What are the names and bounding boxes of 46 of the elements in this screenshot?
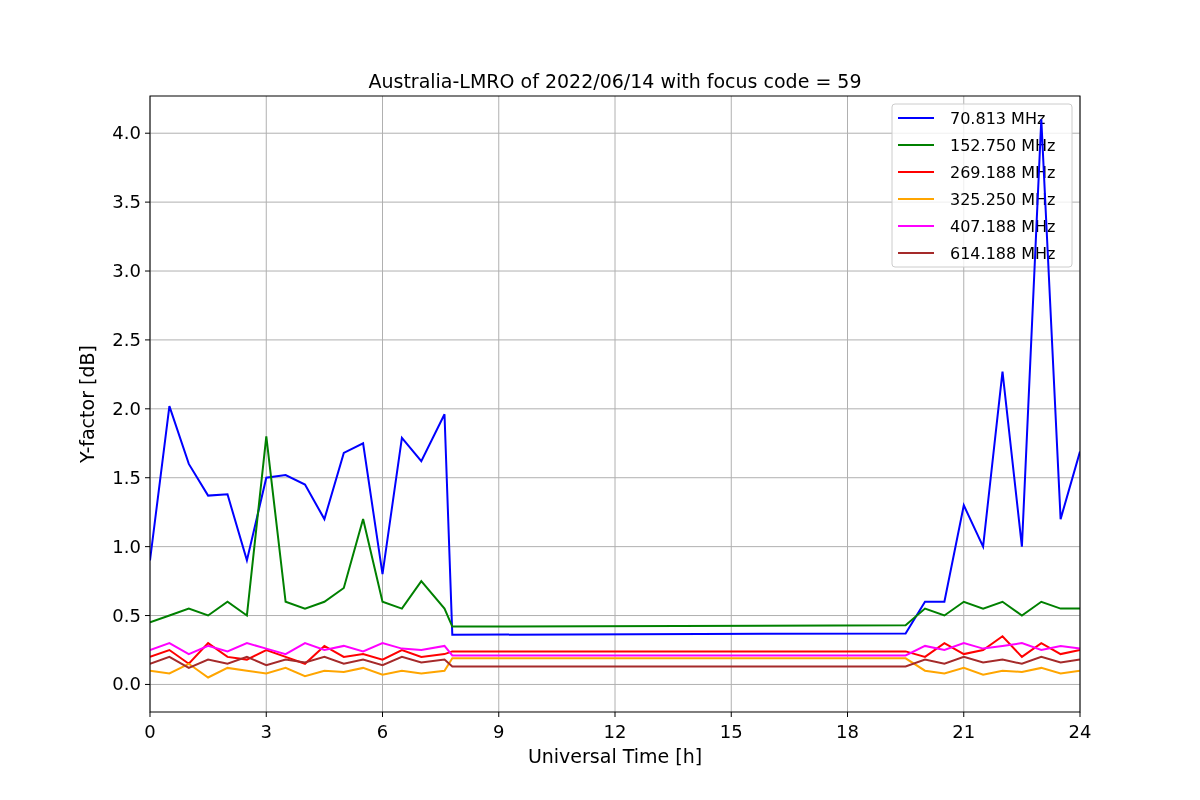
tick-mark: [149, 711, 151, 718]
x-tick-label: 24: [1068, 721, 1092, 742]
x-tick-label: 0: [144, 721, 156, 742]
legend-line: [897, 144, 935, 146]
legend-line: [897, 252, 935, 254]
tick-mark: [614, 711, 616, 718]
tick-mark: [144, 683, 151, 685]
x-tick-label: 21: [952, 721, 976, 742]
y-tick-label: 4.0: [112, 122, 141, 144]
y-tick-label: 3.5: [112, 191, 141, 213]
x-tick-label: 12: [603, 721, 627, 742]
tick-mark: [144, 477, 151, 479]
tick-mark: [382, 711, 383, 718]
x-tick-label: 6: [376, 721, 389, 742]
x-tick-label: 15: [719, 721, 743, 742]
y-tick-label: 2.5: [112, 328, 141, 350]
y-tick-label: 1.0: [112, 535, 141, 557]
tick-mark: [144, 546, 151, 548]
tick-mark: [144, 201, 151, 203]
y-tick-label: 2.0: [112, 397, 141, 419]
tick-mark: [144, 339, 151, 341]
tick-mark: [847, 711, 848, 718]
x-tick-label: 3: [260, 721, 272, 742]
tick-mark: [1079, 711, 1081, 718]
tick-mark: [144, 408, 151, 410]
x-tick-label: 18: [836, 721, 859, 742]
y-axis-label: Y-factor [dB]: [76, 345, 98, 463]
tick-mark: [498, 711, 500, 718]
tick-mark: [265, 711, 267, 718]
legend-label: 70.813 MHz: [950, 109, 1046, 128]
tick-mark: [144, 132, 151, 134]
legend-line: [897, 198, 935, 200]
x-tick-label: 9: [493, 721, 505, 742]
tick-mark: [730, 711, 732, 718]
y-tick-label: 3.0: [112, 260, 141, 281]
y-tick-label: 1.5: [112, 466, 141, 488]
y-tick-label: 0.5: [112, 604, 141, 626]
chart-title: Australia-LMRO of 2022/06/14 with focus code = 59: [368, 70, 862, 92]
tick-mark: [144, 615, 151, 617]
tick-mark: [963, 711, 965, 718]
x-axis-label: Universal Time [h]: [527, 745, 703, 767]
legend-line: [897, 171, 935, 173]
legend-line: [897, 117, 935, 119]
tick-mark: [144, 270, 151, 272]
y-tick-label: 0.0: [112, 673, 141, 695]
legend-line: [897, 225, 935, 227]
